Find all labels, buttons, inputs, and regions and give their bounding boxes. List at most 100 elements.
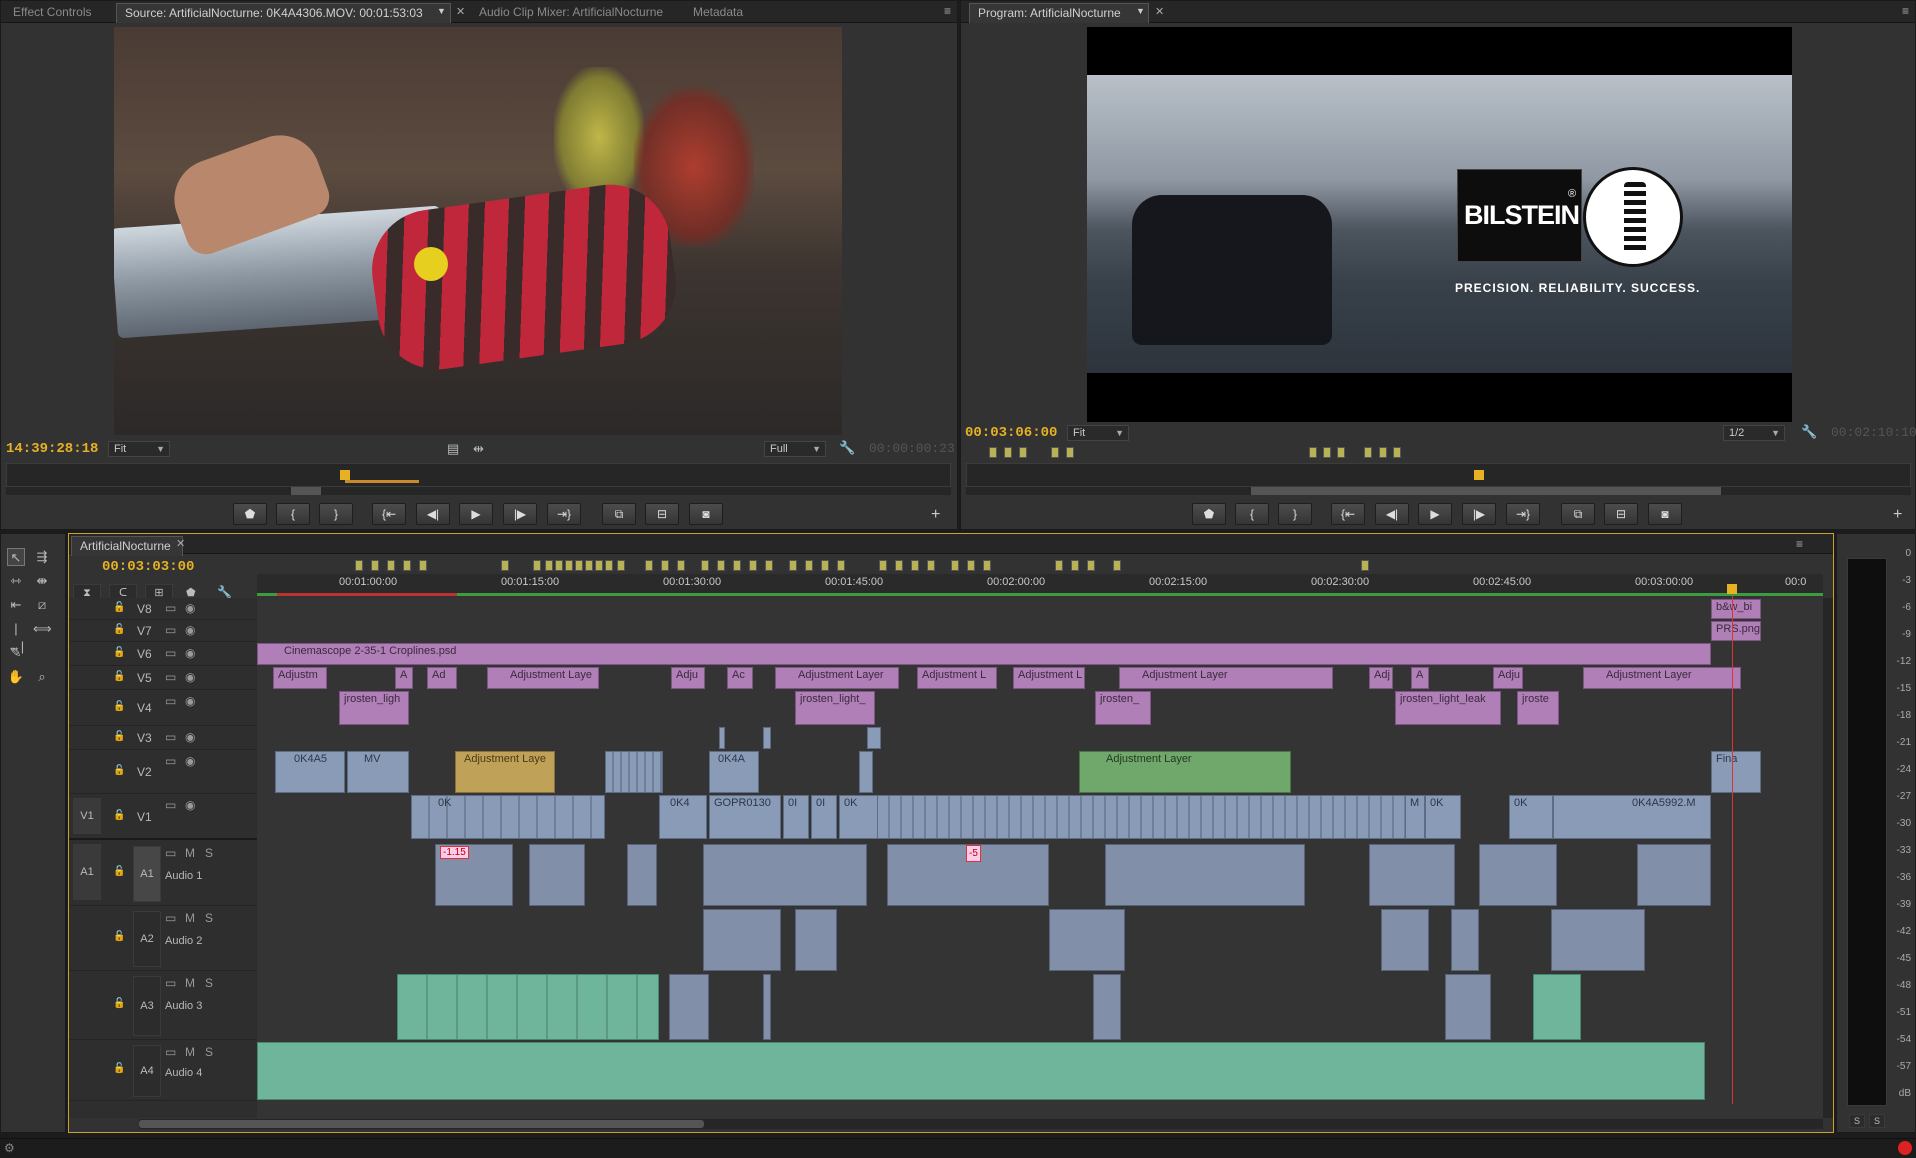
clip-v6[interactable]: Cinemascope 2-35-1 Croplines.psd <box>257 643 1711 665</box>
clip-a3[interactable] <box>1093 974 1121 1040</box>
lock-icon[interactable]: 🔓 <box>113 810 125 821</box>
clip-a1[interactable]: -1.15 <box>435 844 513 906</box>
toggle-output-icon[interactable]: ▭ <box>165 976 176 990</box>
clip-v5[interactable]: Adjustment Laye <box>487 667 599 689</box>
track-target-a1[interactable]: A1 <box>133 846 161 902</box>
source-patch-v1[interactable]: V1 <box>73 798 101 834</box>
add-marker-button[interactable]: ⬟ <box>1192 503 1226 525</box>
play-button[interactable]: ▶ <box>459 503 493 525</box>
program-resolution-select[interactable]: 1/2 ▼ <box>1723 425 1785 441</box>
step-forward-button[interactable]: |▶ <box>1462 503 1496 525</box>
clip-v1[interactable] <box>877 795 1417 839</box>
clip-v4[interactable]: jrosten_light_ <box>795 691 875 725</box>
clip-a2[interactable] <box>1381 909 1429 971</box>
rolling-edit-tool-icon[interactable]: ⇼ <box>33 572 51 590</box>
clip-a3[interactable] <box>1533 974 1581 1040</box>
toggle-output-icon[interactable]: ▭ <box>165 846 176 860</box>
tab-program[interactable]: Program: ArtificialNocturne <box>969 3 1149 23</box>
panel-menu-icon[interactable]: ≡ <box>1796 537 1803 551</box>
timeline-hscroll[interactable] <box>139 1119 1823 1129</box>
clip-v4[interactable]: jrosten_ligh <box>339 691 409 725</box>
solo-button[interactable]: S <box>205 911 213 925</box>
clip-v2[interactable]: Adjustment Layer <box>1079 751 1291 793</box>
toggle-output-icon[interactable]: ▭ <box>165 754 176 768</box>
track-id[interactable]: V2 <box>137 765 152 779</box>
insert-button[interactable]: ⧉ <box>602 503 636 525</box>
go-to-in-button[interactable]: {⇤ <box>372 503 406 525</box>
clip-a3[interactable] <box>763 974 771 1040</box>
clip-v3[interactable] <box>763 727 771 749</box>
clip-v5[interactable]: Ac <box>727 667 753 689</box>
clip-v4[interactable]: jrosten_light_leak <box>1395 691 1501 725</box>
clip-v1[interactable]: 0K <box>839 795 879 839</box>
lift-button[interactable]: ⧉ <box>1561 503 1595 525</box>
mute-button[interactable]: M <box>185 846 195 860</box>
clip-v3[interactable] <box>719 727 725 749</box>
mute-button[interactable]: M <box>185 976 195 990</box>
clip-v1[interactable]: 0K <box>1509 795 1553 839</box>
clip-a3[interactable] <box>1445 974 1491 1040</box>
source-patch-a1[interactable]: A1 <box>73 844 101 900</box>
clip-v1[interactable]: M <box>1405 795 1425 839</box>
eye-icon[interactable]: ◉ <box>185 670 195 684</box>
clip-v2[interactable]: Adjustment Laye <box>455 751 555 793</box>
plus-icon[interactable]: + <box>931 506 940 524</box>
eye-icon[interactable]: ◉ <box>185 730 195 744</box>
clip-v4[interactable]: jroste <box>1517 691 1559 725</box>
clip-a1[interactable]: -5 <box>887 844 1049 906</box>
tab-source[interactable]: Source: ArtificialNocturne: 0K4A4306.MOV… <box>116 3 451 23</box>
clip-v5[interactable]: Adjustment L <box>917 667 997 689</box>
clip-v1[interactable]: 0K4 <box>659 795 707 839</box>
wrench-icon[interactable]: 🔧 <box>839 440 855 456</box>
mark-out-button[interactable]: } <box>1278 503 1312 525</box>
solo-left-button[interactable]: S <box>1849 1114 1865 1128</box>
program-zoom-scroll[interactable] <box>966 487 1911 495</box>
clip-a2[interactable] <box>795 909 837 971</box>
play-button[interactable]: ▶ <box>1418 503 1452 525</box>
clip-v2[interactable]: 0K4A5 <box>275 751 345 793</box>
panel-menu-icon[interactable]: ≡ <box>944 4 951 18</box>
close-tab-icon[interactable]: ✕ <box>176 537 185 550</box>
pen-tool-icon[interactable]: ✎ <box>7 644 25 662</box>
clip-v1[interactable]: 0I <box>783 795 809 839</box>
clip-v1[interactable]: 0K <box>1425 795 1461 839</box>
step-back-button[interactable]: ◀| <box>1375 503 1409 525</box>
tab-sequence[interactable]: ArtificialNocturne <box>71 536 183 556</box>
toggle-output-icon[interactable]: ▭ <box>165 623 176 637</box>
go-to-out-button[interactable]: ⇥} <box>547 503 581 525</box>
clip-v2[interactable]: Fina <box>1711 751 1761 793</box>
clip-v5[interactable]: Ad <box>427 667 457 689</box>
clip-v8[interactable]: b&w_bi <box>1711 599 1761 619</box>
overwrite-button[interactable]: ⊟ <box>645 503 679 525</box>
lock-icon[interactable]: 🔓 <box>113 931 125 942</box>
clip-a1[interactable] <box>627 844 657 906</box>
clip-v7[interactable]: PRS.png <box>1711 621 1761 641</box>
clip-v1[interactable]: 0K <box>411 795 605 839</box>
toggle-output-icon[interactable]: ▭ <box>165 1045 176 1059</box>
export-frame-button[interactable]: ◙ <box>1648 503 1682 525</box>
playhead-icon[interactable] <box>340 470 350 480</box>
mute-button[interactable]: M <box>185 1045 195 1059</box>
toggle-output-icon[interactable]: ▭ <box>165 730 176 744</box>
timeline-vscroll[interactable] <box>1823 598 1833 1118</box>
clip-v5[interactable]: Adju <box>671 667 705 689</box>
clip-a2[interactable] <box>1049 909 1125 971</box>
toggle-output-icon[interactable]: ▭ <box>165 670 176 684</box>
add-marker-button[interactable]: ⬟ <box>233 503 267 525</box>
wrench-icon[interactable]: 🔧 <box>1801 424 1817 440</box>
clip-a1[interactable] <box>703 844 867 906</box>
program-scrubber[interactable] <box>966 463 1911 487</box>
timeline-ruler[interactable]: 00:01:00:00 00:01:15:00 00:01:30:00 00:0… <box>257 574 1823 596</box>
clip-v2[interactable]: 0K4A <box>709 751 759 793</box>
solo-button[interactable]: S <box>205 1045 213 1059</box>
lock-icon[interactable]: 🔓 <box>113 998 125 1009</box>
source-scrubber[interactable] <box>6 463 951 487</box>
clip-a1[interactable] <box>1105 844 1305 906</box>
source-resolution-select[interactable]: Full ▼ <box>764 441 826 457</box>
panel-menu-icon[interactable]: ≡ <box>1902 4 1909 18</box>
zoom-handle[interactable] <box>291 487 321 495</box>
eye-icon[interactable]: ◉ <box>185 623 195 637</box>
program-zoom-select[interactable]: Fit ▼ <box>1067 425 1129 441</box>
clip-a1[interactable] <box>1369 844 1455 906</box>
clip-a1[interactable] <box>1479 844 1557 906</box>
